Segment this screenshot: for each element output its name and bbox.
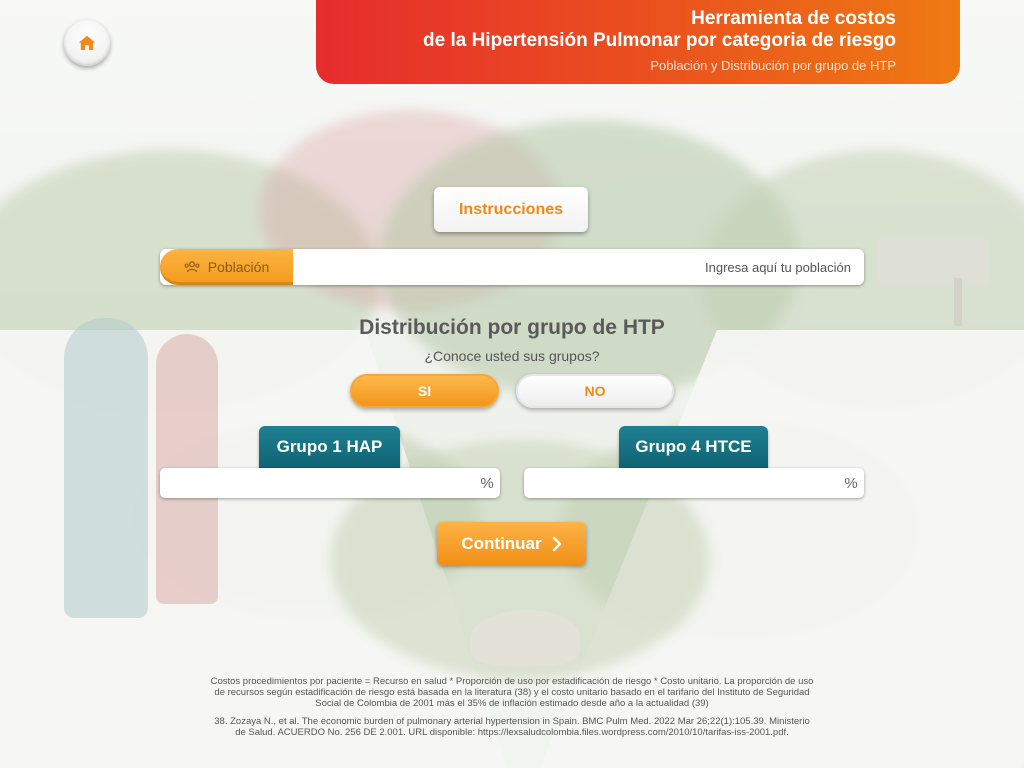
- home-icon: [78, 35, 96, 50]
- footnotes: Costos procedimientos por paciente = Rec…: [210, 676, 814, 745]
- percent-icon: %: [844, 474, 858, 492]
- app-header: Herramienta de costos de la Hipertensión…: [316, 0, 960, 84]
- population-row: Población: [160, 249, 864, 285]
- people-icon: [184, 261, 200, 273]
- app-title-line1: Herramienta de costos: [691, 8, 896, 29]
- yes-button[interactable]: SI: [350, 374, 499, 408]
- home-button[interactable]: [64, 20, 110, 66]
- background-garden-image: [0, 0, 1024, 768]
- continue-label: Continuar: [461, 533, 542, 553]
- page-subtitle: Población y Distribución por grupo de HT…: [650, 58, 896, 73]
- population-input[interactable]: [293, 249, 864, 285]
- group4-htce-label: Grupo 4 HTCE: [619, 426, 768, 468]
- distribution-question: ¿Conoce usted sus grupos?: [424, 348, 600, 364]
- references-note: 38. Zozaya N., et al. The economic burde…: [214, 716, 810, 738]
- distribution-title: Distribución por grupo de HTP: [359, 316, 665, 339]
- population-label-text: Población: [207, 259, 270, 275]
- percent-icon: %: [480, 474, 494, 492]
- group1-hap-input[interactable]: [160, 468, 474, 498]
- cost-methodology-note: Costos procedimientos por paciente = Rec…: [210, 676, 814, 709]
- group1-hap-field: %: [160, 468, 500, 498]
- no-button[interactable]: NO: [516, 374, 674, 408]
- continue-button[interactable]: Continuar: [437, 522, 586, 565]
- group4-htce-input[interactable]: [524, 468, 838, 498]
- population-label: Población: [160, 249, 293, 285]
- app-title-line2: de la Hipertensión Pulmonar por categori…: [423, 30, 896, 51]
- group1-hap-label: Grupo 1 HAP: [259, 426, 400, 468]
- group4-htce-field: %: [524, 468, 864, 498]
- instructions-button[interactable]: Instrucciones: [434, 187, 588, 232]
- chevron-right-icon: [552, 536, 561, 551]
